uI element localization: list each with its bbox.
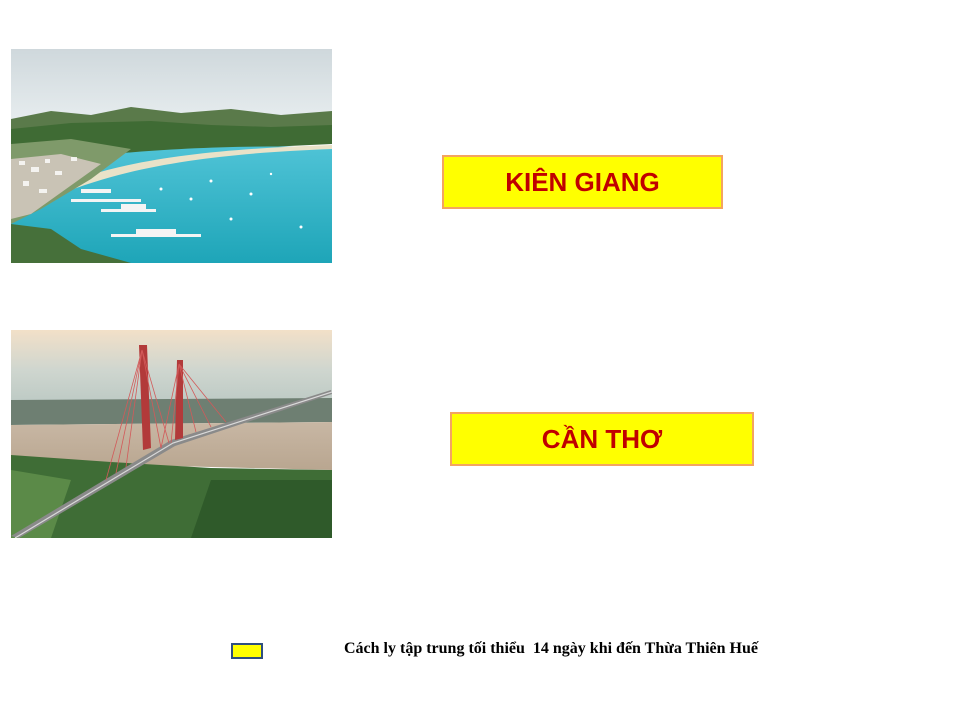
legend-text: Cách ly tập trung tối thiểu 14 ngày khi …	[344, 640, 758, 657]
kien-giang-photo	[11, 49, 332, 263]
province-label-kien-giang: KIÊN GIANG	[505, 166, 660, 197]
kien-giang-label-box: KIÊN GIANG	[442, 155, 723, 209]
can-tho-label-box: CẦN THƠ	[450, 412, 754, 466]
province-label-can-tho: CẦN THƠ	[541, 423, 663, 454]
slide: KIÊN GIANG CẦN THƠ Cách ly tập trung tối…	[0, 0, 960, 720]
legend-swatch	[231, 643, 263, 659]
can-tho-photo	[11, 330, 332, 538]
